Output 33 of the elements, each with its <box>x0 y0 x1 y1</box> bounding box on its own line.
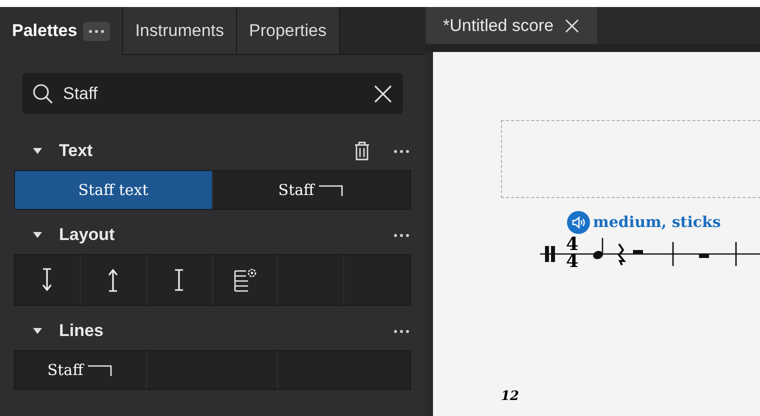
speaker-icon <box>567 211 590 234</box>
collapse-triangle-icon[interactable] <box>33 147 42 155</box>
palette-cell[interactable]: Staff <box>15 351 147 389</box>
arrow-down-icon <box>41 267 54 293</box>
collapse-triangle-icon[interactable] <box>33 327 42 335</box>
time-signature: 4 4 <box>566 236 579 270</box>
palette-cell[interactable] <box>212 255 278 305</box>
trash-icon[interactable] <box>354 141 370 161</box>
more-icon[interactable] <box>83 22 110 40</box>
panel-tab[interactable]: Instruments <box>123 7 238 55</box>
tempo-text: medium, sticks <box>593 212 721 234</box>
score-tab[interactable]: *Untitled score <box>426 7 597 44</box>
search-icon <box>32 82 54 104</box>
staff-line-icon <box>87 363 114 377</box>
measure-number: 12 <box>501 388 520 406</box>
close-icon[interactable] <box>564 18 580 34</box>
section-title[interactable]: Lines <box>59 318 104 344</box>
search-field[interactable]: Staff <box>22 73 403 114</box>
panel-tab[interactable]: Properties <box>237 7 340 55</box>
palette-cell[interactable]: Staff <box>212 171 410 209</box>
panel-tab[interactable]: Palettes <box>0 7 124 55</box>
i-beam-icon <box>173 268 186 292</box>
palette-cell[interactable] <box>15 255 81 305</box>
staff-line-icon <box>318 183 344 197</box>
palette-cell[interactable] <box>146 255 213 305</box>
palette-cell[interactable]: Staff text <box>15 171 213 209</box>
arrow-up-icon <box>107 267 120 293</box>
section-title[interactable]: Layout <box>59 222 115 248</box>
section-title[interactable]: Text <box>59 138 93 164</box>
collapse-triangle-icon[interactable] <box>33 231 42 239</box>
close-icon[interactable] <box>373 84 393 104</box>
text-gear-icon <box>232 267 258 293</box>
palette-cell[interactable] <box>80 255 147 305</box>
